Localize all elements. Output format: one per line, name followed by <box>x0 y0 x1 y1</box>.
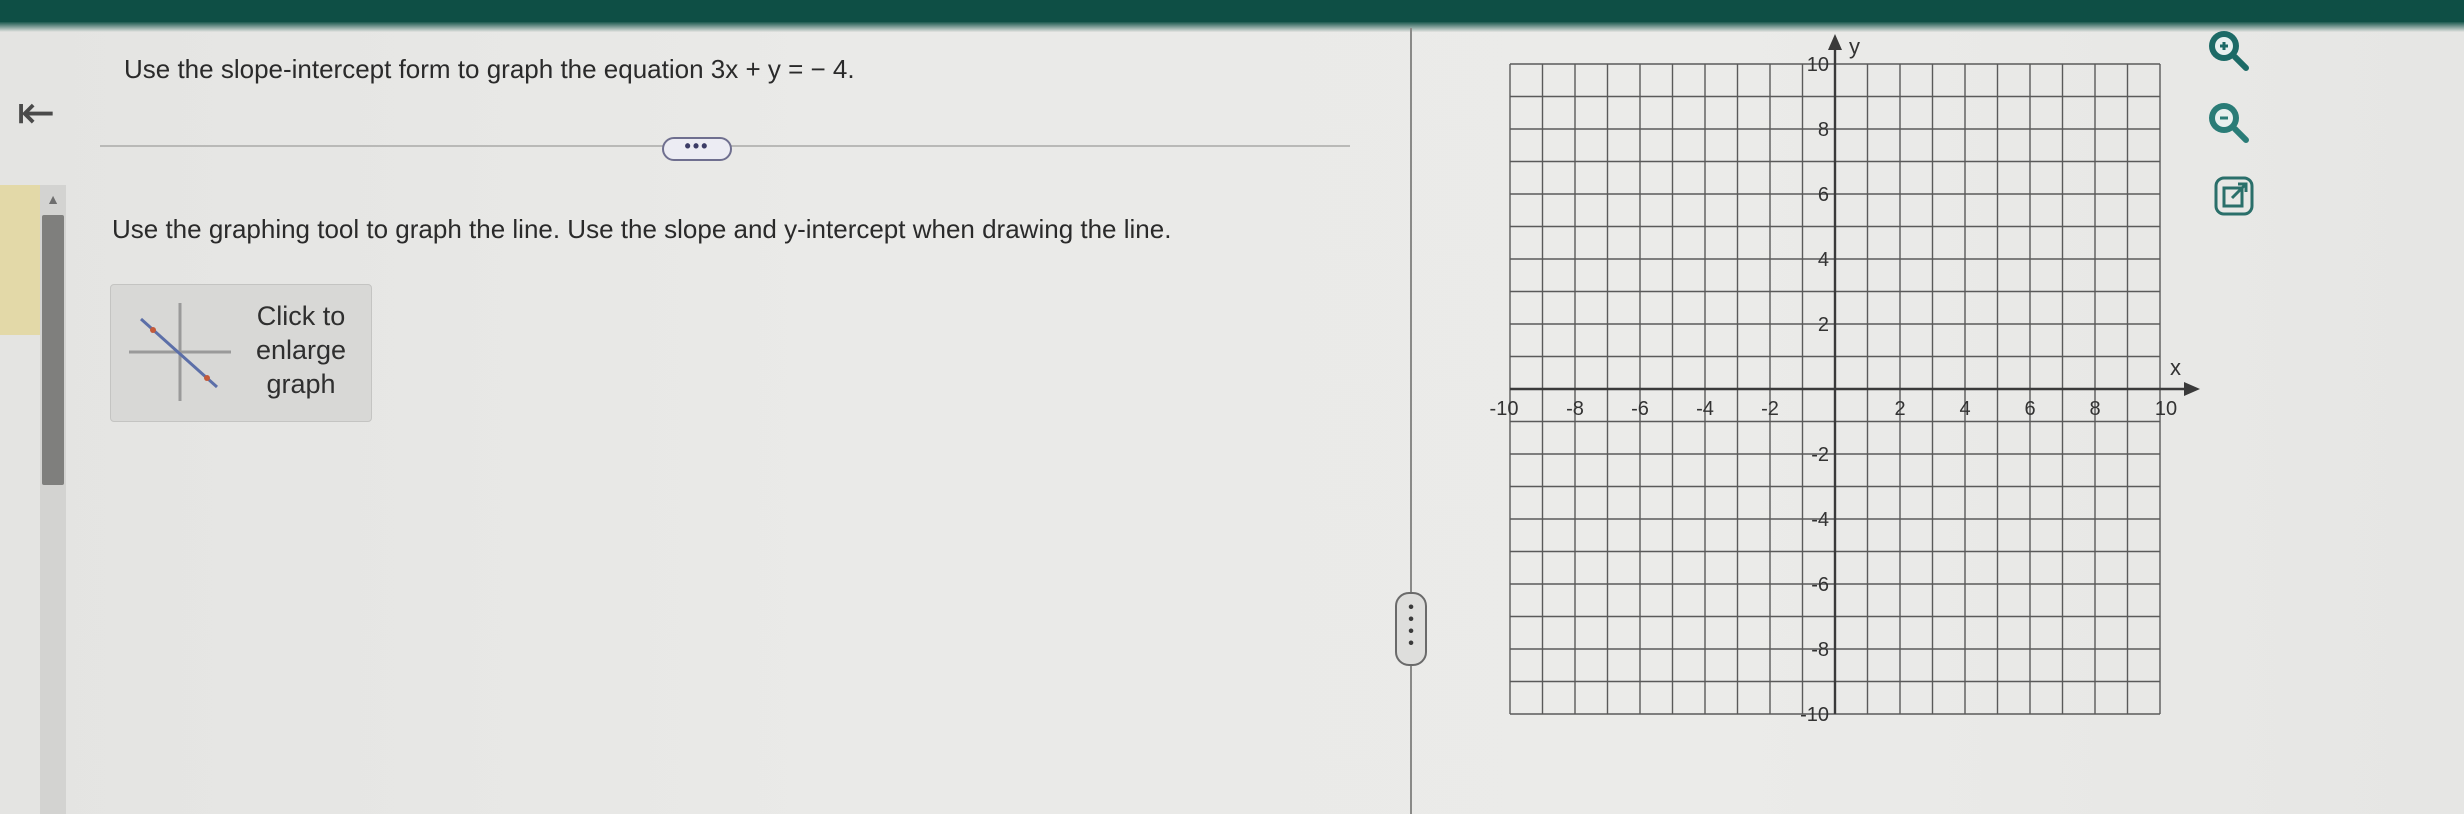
enlarge-graph-button[interactable]: Click to enlarge graph <box>110 284 372 422</box>
drag-handle-icon: • • • • <box>1408 599 1414 652</box>
app-screen: ⇤ ▲ Use the slope-intercept form to grap… <box>0 0 2464 814</box>
x-tick-label: 8 <box>2089 398 2100 420</box>
zoom-out-icon[interactable] <box>2204 98 2250 144</box>
more-button[interactable]: ••• <box>662 137 732 161</box>
y-tick-label: -6 <box>1811 574 1829 596</box>
y-tick-label: -4 <box>1811 509 1829 531</box>
y-tick-label: 6 <box>1818 184 1829 206</box>
x-tick-label: 10 <box>2155 398 2177 420</box>
y-tick-label: 4 <box>1818 249 1829 271</box>
graph-thumbnail-icon <box>129 303 231 401</box>
question-prompt: Use the slope-intercept form to graph th… <box>124 54 855 84</box>
y-axis-label: y <box>1849 34 1860 59</box>
y-tick-label: 10 <box>1807 54 1829 76</box>
enlarge-line-1: Click to <box>256 301 346 331</box>
x-tick-label: 4 <box>1959 398 1970 420</box>
external-link-icon[interactable] <box>2212 174 2258 220</box>
y-tick-label: -8 <box>1811 639 1829 661</box>
scroll-up-icon[interactable]: ▲ <box>44 190 62 208</box>
scrollbar-thumb[interactable] <box>42 215 64 485</box>
y-tick-label: -10 <box>1800 704 1829 726</box>
left-rail <box>0 185 40 335</box>
back-button[interactable]: ⇤ <box>8 86 64 138</box>
pane-resize-handle[interactable]: • • • • <box>1395 592 1427 666</box>
coordinate-graph[interactable]: -10 -8 -6 -4 -2 2 4 6 8 10 10 8 6 4 2 -2 -4 -6 -8 -10 x y <box>1470 28 2230 748</box>
pane-divider <box>1410 28 1412 814</box>
x-tick-label: -6 <box>1631 398 1649 420</box>
x-tick-label: 2 <box>1894 398 1905 420</box>
enlarge-line-2: enlarge <box>255 335 347 365</box>
x-tick-label: -10 <box>1490 398 1519 420</box>
x-axis-label: x <box>2170 355 2181 380</box>
x-tick-label: 6 <box>2024 398 2035 420</box>
x-tick-label: -4 <box>1696 398 1714 420</box>
x-tick-label: -8 <box>1566 398 1584 420</box>
instruction-text: Use the graphing tool to graph the line.… <box>112 214 1172 244</box>
y-tick-label: -2 <box>1811 444 1829 466</box>
y-tick-label: 2 <box>1818 314 1829 336</box>
x-axis-arrow <box>2184 382 2200 396</box>
zoom-in-icon[interactable] <box>2204 26 2250 72</box>
axes <box>1510 34 2200 714</box>
enlarge-line-3: graph <box>266 369 336 399</box>
x-tick-label: -2 <box>1761 398 1779 420</box>
y-axis-arrow <box>1828 34 1842 50</box>
enlarge-graph-label: Click to enlarge graph <box>241 299 361 401</box>
y-tick-label: 8 <box>1818 119 1829 141</box>
